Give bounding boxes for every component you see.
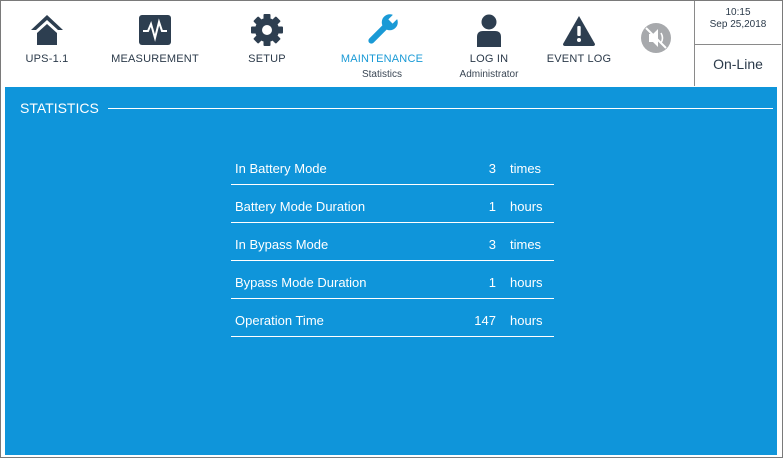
statistics-list: In Battery Mode 3 times Battery Mode Dur… [231,147,554,337]
clock-time: 10:15 [725,7,751,18]
nav-setup-label: SETUP [248,53,286,65]
stat-row-battery-duration: Battery Mode Duration 1 hours [231,185,554,223]
nav-login-sub: Administrator [459,69,519,80]
stat-value: 1 [488,275,496,290]
warning-icon [563,16,595,46]
nav-maintenance[interactable]: MAINTENANCE Statistics [331,1,433,86]
stat-unit: times [510,237,542,252]
stat-value: 3 [488,161,496,176]
section-title: STATISTICS [20,100,99,116]
stat-value: 1 [488,199,496,214]
stat-row-battery-mode: In Battery Mode 3 times [231,147,554,185]
nav-maintenance-label: MAINTENANCE [340,53,424,65]
statistics-panel: STATISTICS In Battery Mode 3 times Batte… [5,87,777,455]
speaker-mute-icon [641,23,671,53]
nav-login-label: LOG IN [469,53,509,65]
nav-measurement[interactable]: MEASUREMENT [105,1,205,86]
nav-eventlog[interactable]: EVENT LOG [541,1,617,86]
pulse-monitor-icon [139,15,171,45]
clock-date: Sep 25,2018 [709,19,767,30]
user-icon [477,14,501,47]
top-nav: UPS-1.1 MEASUREMENT SETUP MAINTENANCE St… [1,1,781,86]
stat-unit: hours [510,199,543,214]
mute-toggle[interactable] [631,1,681,86]
nav-eventlog-label: EVENT LOG [546,53,612,65]
stat-label: Operation Time [235,313,324,328]
home-icon [31,15,63,45]
wrench-icon [368,13,399,44]
stat-label: In Bypass Mode [235,237,329,252]
section-rule [108,108,773,109]
gear-icon [251,14,283,46]
stat-row-bypass-mode: In Bypass Mode 3 times [231,223,554,261]
nav-login[interactable]: LOG IN Administrator [451,1,527,86]
stat-row-bypass-duration: Bypass Mode Duration 1 hours [231,261,554,299]
stat-row-operation-time: Operation Time 147 hours [231,299,554,337]
nav-maintenance-sub: Statistics [361,69,402,80]
nav-ups-home[interactable]: UPS-1.1 [17,1,77,86]
stat-label: In Battery Mode [235,161,327,176]
nav-measurement-label: MEASUREMENT [111,53,199,65]
stat-value: 3 [488,237,496,252]
nav-ups-label: UPS-1.1 [25,53,69,65]
stat-value: 147 [474,313,496,328]
stat-unit: hours [510,313,543,328]
status-panel: 10:15 Sep 25,2018 On-Line [694,1,781,86]
ups-mode-status: On-Line [713,56,763,72]
nav-setup[interactable]: SETUP [237,1,297,86]
stat-unit: times [510,161,542,176]
stat-label: Battery Mode Duration [235,199,366,214]
status-divider [695,44,781,45]
stat-label: Bypass Mode Duration [235,275,367,290]
stat-unit: hours [510,275,543,290]
